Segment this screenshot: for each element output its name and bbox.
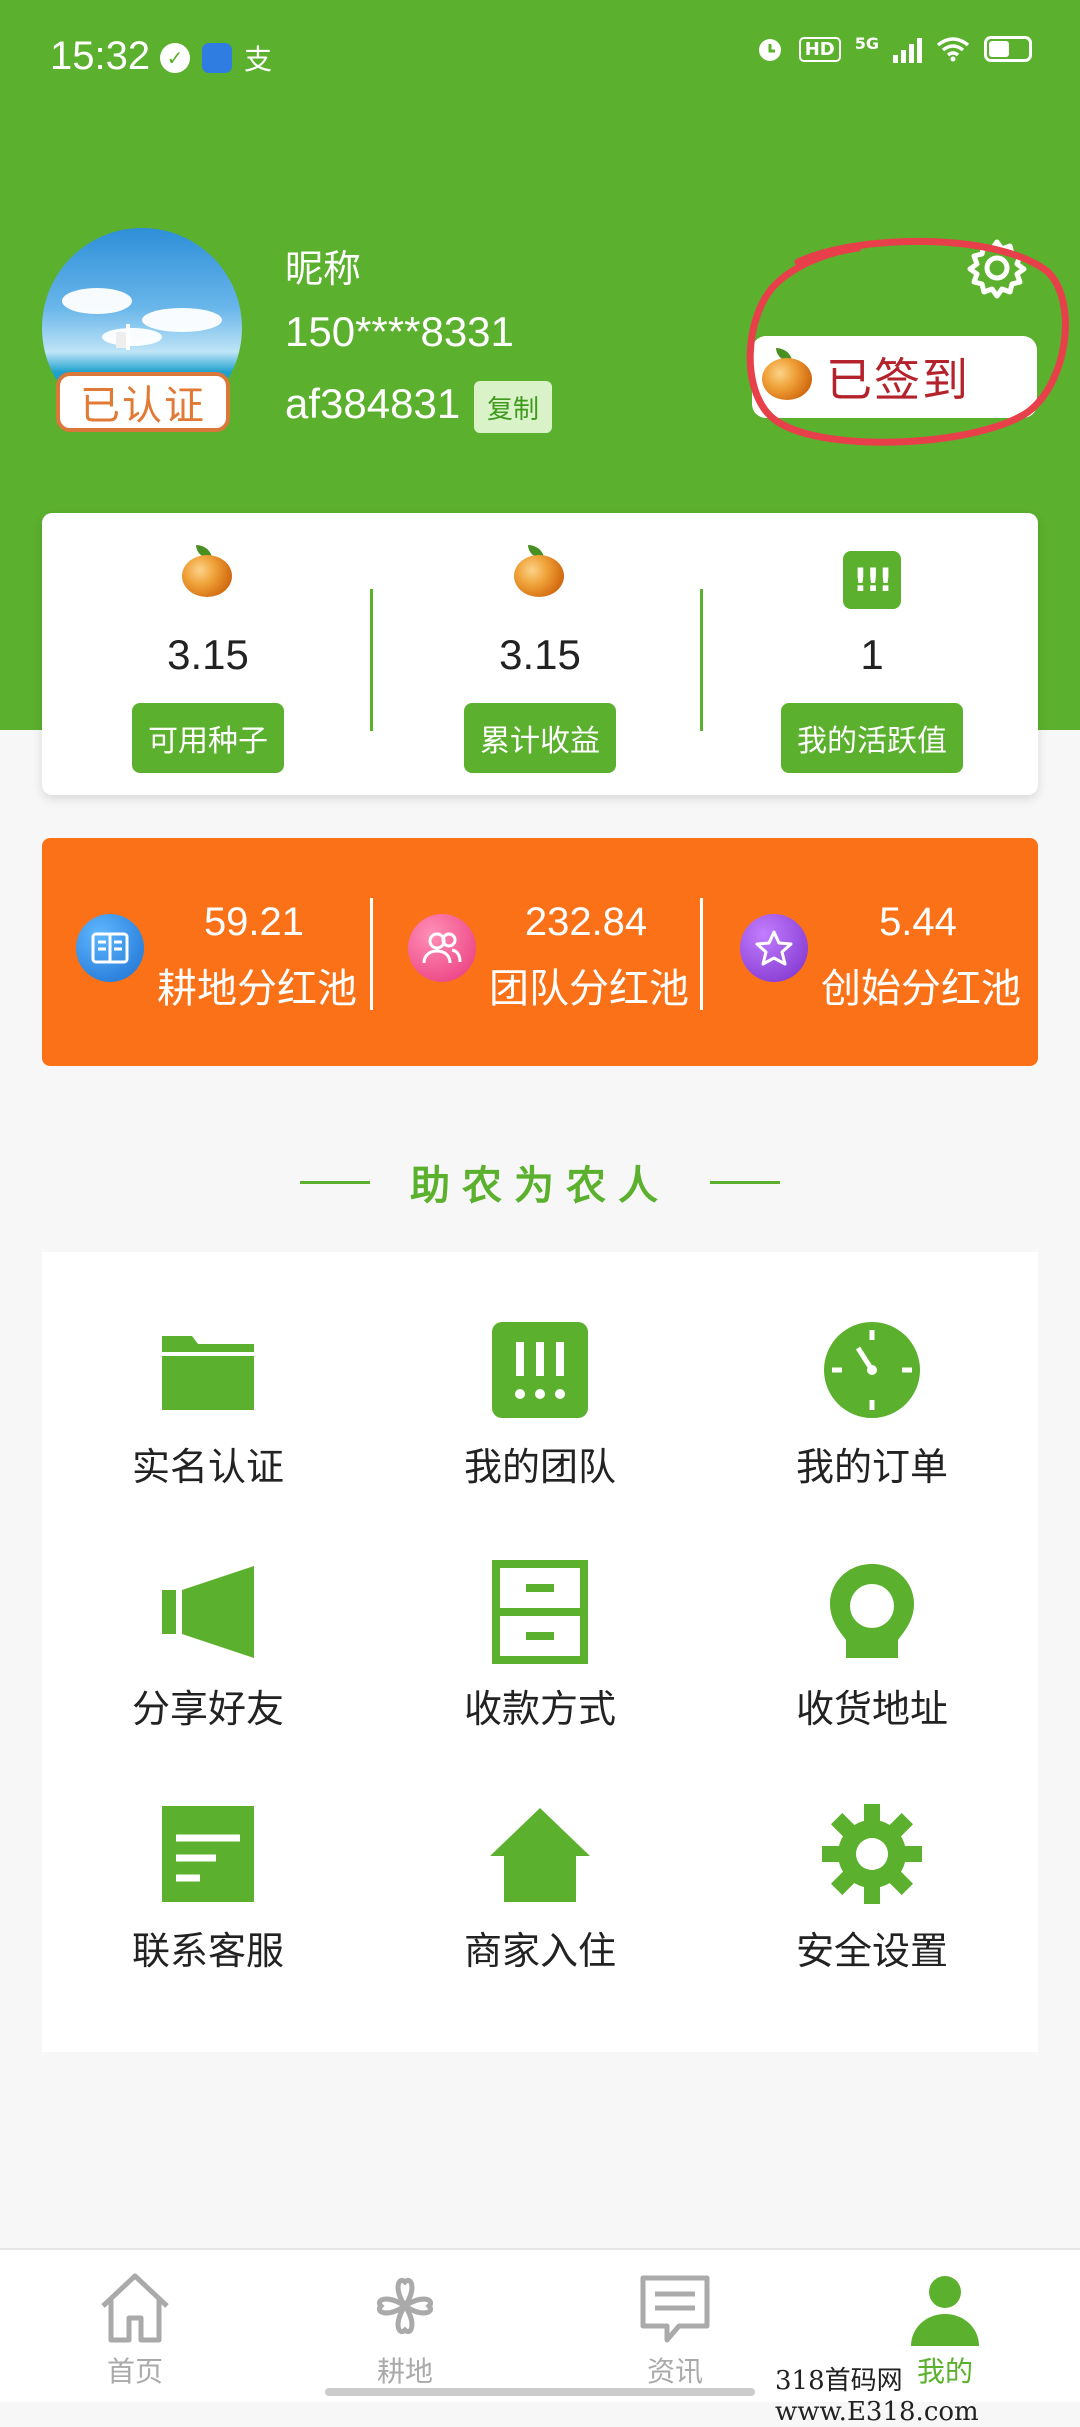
stat-value: 1: [860, 631, 884, 678]
menu-payment-method[interactable]: 收款方式: [374, 1494, 706, 1734]
menu-label: 联系客服: [131, 1929, 284, 1973]
clock-icon: [824, 1322, 920, 1418]
verified-badge: 已认证: [56, 372, 230, 432]
stat-total-earnings[interactable]: 3.15 累计收益: [374, 513, 706, 795]
phone-number: 150****8331: [285, 308, 514, 355]
menu-label: 收货地址: [795, 1687, 948, 1731]
menu-contact-service[interactable]: 联系客服: [42, 1736, 374, 1976]
clover-icon: [377, 2278, 433, 2334]
copy-button[interactable]: 复制: [474, 381, 552, 433]
menu-merchant-join[interactable]: 商家入住: [374, 1736, 706, 1976]
divider: [370, 589, 373, 731]
menu-share-friends[interactable]: 分享好友: [42, 1494, 374, 1734]
network-label: 5G: [854, 34, 879, 53]
pool-farmland[interactable]: 59.21 耕地分红池: [42, 838, 374, 1066]
watermark: 318首码网 www.E318.com: [775, 2366, 979, 2427]
nav-label: 资讯: [646, 2355, 703, 2388]
nav-news[interactable]: 资讯: [540, 2250, 810, 2402]
divider: [700, 589, 703, 731]
menu-security-settings[interactable]: 安全设置: [706, 1736, 1038, 1976]
alarm-icon: [758, 39, 781, 61]
annotation-circle: [746, 237, 1069, 446]
nav-label: 耕地: [376, 2355, 433, 2388]
nickname: 昵称: [285, 247, 362, 291]
folder-icon: [162, 1336, 254, 1410]
status-time: 15:32: [50, 34, 151, 78]
alipay-icon: 支: [244, 43, 273, 76]
hd-icon: HD: [798, 36, 841, 62]
signal-icon: [893, 35, 922, 63]
nav-farmland[interactable]: 耕地: [270, 2250, 540, 2402]
slogan-line-right: [710, 1180, 780, 1184]
menu-grid: 实名认证 我的团队 我的订单 分享好友 收款方式 收货地址 联系客服 商家入住 …: [42, 1252, 1038, 2052]
stats-card: 3.15 可用种子 3.15 累计收益 !!! 1 我的活跃值: [42, 513, 1038, 795]
document-icon: [162, 1806, 254, 1902]
menu-label: 我的团队: [463, 1445, 616, 1489]
seed-icon: [182, 545, 234, 597]
stat-label: 我的活跃值: [781, 703, 963, 773]
stat-label: 累计收益: [464, 703, 616, 773]
team-icon: [492, 1322, 588, 1418]
home-indicator[interactable]: [325, 2388, 755, 2396]
menu-real-name-auth[interactable]: 实名认证: [42, 1252, 374, 1492]
activity-icon: !!!: [843, 551, 901, 609]
pool-team[interactable]: 232.84 团队分红池: [374, 838, 706, 1066]
menu-label: 实名认证: [131, 1445, 284, 1489]
pool-value: 59.21: [203, 900, 305, 944]
pool-label: 耕地分红池: [157, 966, 357, 1012]
stat-value: 3.15: [499, 631, 581, 678]
dividend-bar: 59.21 耕地分红池 232.84 团队分红池 5.44 创始分红池: [42, 838, 1038, 1066]
slogan-text: 助农为农人: [410, 1163, 670, 1209]
stat-value: 3.15: [167, 631, 249, 678]
star-icon: [740, 914, 808, 982]
stat-label: 可用种子: [132, 703, 284, 773]
user-icon: [911, 2276, 979, 2346]
stat-available-seeds[interactable]: 3.15 可用种子: [42, 513, 374, 795]
nav-label: 首页: [106, 2355, 163, 2388]
app-notification-icon: [202, 43, 232, 73]
menu-label: 收款方式: [463, 1687, 616, 1731]
store-icon: [490, 1808, 590, 1902]
gear-icon: [822, 1804, 922, 1904]
menu-label: 我的订单: [795, 1445, 948, 1489]
menu-my-team[interactable]: 我的团队: [374, 1252, 706, 1492]
check-icon: ✓: [160, 43, 190, 73]
pool-label: 团队分红池: [489, 966, 689, 1012]
menu-label: 分享好友: [131, 1687, 284, 1731]
divider: [700, 898, 703, 1010]
menu-shipping-address[interactable]: 收货地址: [706, 1494, 1038, 1734]
home-icon: [101, 2273, 169, 2343]
location-icon: [830, 1564, 914, 1658]
menu-label: 安全设置: [795, 1929, 948, 1973]
stat-activity[interactable]: !!! 1 我的活跃值: [706, 513, 1038, 795]
pool-value: 5.44: [879, 900, 957, 944]
pool-label: 创始分红池: [821, 966, 1021, 1012]
people-icon: [408, 914, 476, 982]
cabinet-icon: [492, 1560, 588, 1664]
wifi-icon: [936, 37, 970, 62]
status-right-icons: HD 5G: [755, 34, 1032, 64]
speaker-icon: [162, 1566, 254, 1658]
seed-icon: [514, 545, 566, 597]
battery-icon: [984, 36, 1032, 62]
book-icon: [76, 914, 144, 982]
nav-home[interactable]: 首页: [0, 2250, 270, 2402]
invite-code: af384831: [285, 380, 461, 427]
divider: [370, 898, 373, 1010]
status-left-icons: ✓ 支: [160, 38, 272, 78]
news-icon: [640, 2275, 710, 2343]
slogan: 助农为农人: [0, 1152, 1080, 1212]
menu-label: 商家入住: [463, 1929, 616, 1973]
pool-founder[interactable]: 5.44 创始分红池: [706, 838, 1038, 1066]
status-bar: 15:32 ✓ 支 HD 5G: [0, 0, 1080, 120]
menu-my-orders[interactable]: 我的订单: [706, 1252, 1038, 1492]
pool-value: 232.84: [524, 900, 648, 944]
slogan-line-left: [300, 1180, 370, 1184]
